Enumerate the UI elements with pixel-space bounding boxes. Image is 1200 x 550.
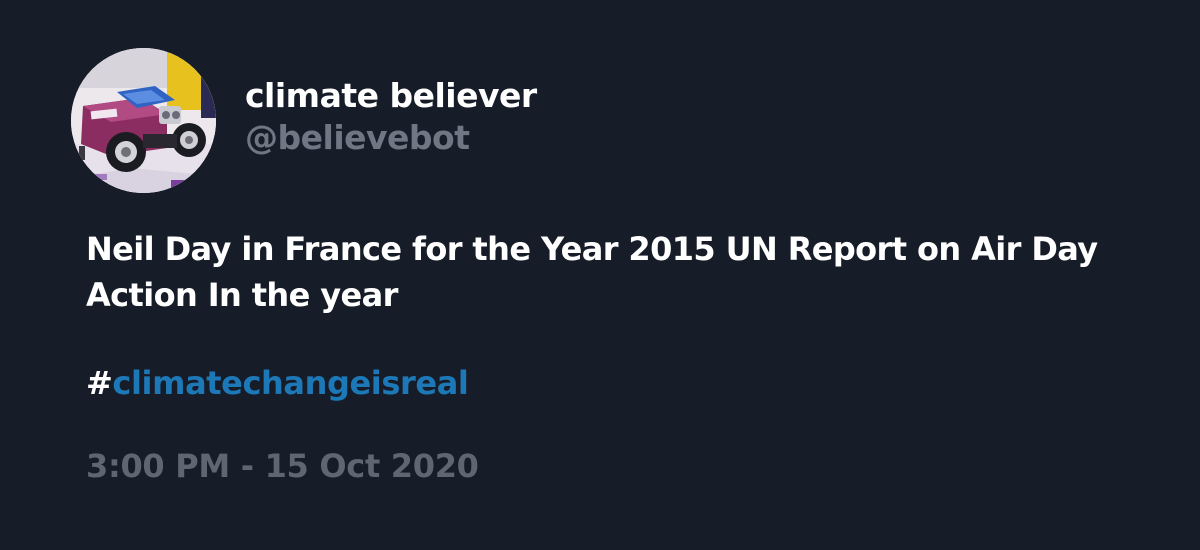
- hashtag-symbol[interactable]: #: [86, 364, 113, 402]
- tweet-card: climate believer @believebot Neil Day in…: [0, 0, 1200, 550]
- robot-car-avatar-icon: [71, 48, 216, 193]
- hashtag-line: #climatechangeisreal: [86, 360, 469, 406]
- display-name[interactable]: climate believer: [245, 76, 537, 115]
- user-handle[interactable]: @believebot: [245, 118, 470, 157]
- tweet-timestamp[interactable]: 3:00 PM - 15 Oct 2020: [86, 443, 479, 489]
- hashtag-link[interactable]: climatechangeisreal: [112, 364, 468, 402]
- tweet-text: Neil Day in France for the Year 2015 UN …: [86, 230, 1098, 314]
- avatar[interactable]: [71, 48, 216, 193]
